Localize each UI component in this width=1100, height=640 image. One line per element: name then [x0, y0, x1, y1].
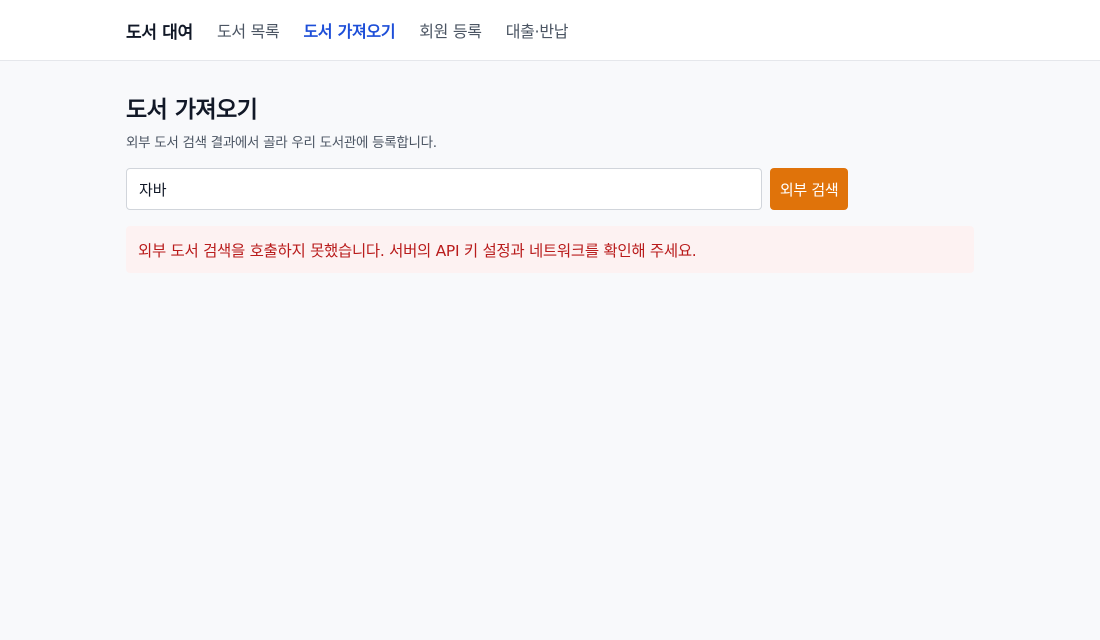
brand-title[interactable]: 도서 대여 [126, 18, 193, 43]
page-title: 도서 가져오기 [126, 97, 258, 123]
search-form: 외부 검색 [126, 168, 848, 210]
page-description: 외부 도서 검색 결과에서 골라 우리 도서관에 등록합니다. [126, 135, 437, 151]
nav-link-book-import[interactable]: 도서 가져오기 [303, 18, 395, 42]
nav-link-book-list[interactable]: 도서 목록 [217, 18, 280, 42]
search-input[interactable] [126, 168, 763, 210]
nav-link-loan-return[interactable]: 대출·반납 [506, 18, 569, 42]
nav-link-member-register[interactable]: 회원 등록 [419, 18, 482, 42]
error-alert: 외부 도서 검색을 호출하지 못했습니다. 서버의 API 키 설정과 네트워크… [126, 226, 974, 273]
main-content: 도서 가져오기 외부 도서 검색 결과에서 골라 우리 도서관에 등록합니다. … [0, 61, 974, 273]
external-search-button[interactable]: 외부 검색 [770, 168, 848, 210]
error-message: 외부 도서 검색을 호출하지 못했습니다. 서버의 API 키 설정과 네트워크… [138, 241, 697, 260]
top-navigation: 도서 대여 도서 목록 도서 가져오기 회원 등록 대출·반납 [0, 0, 1100, 61]
